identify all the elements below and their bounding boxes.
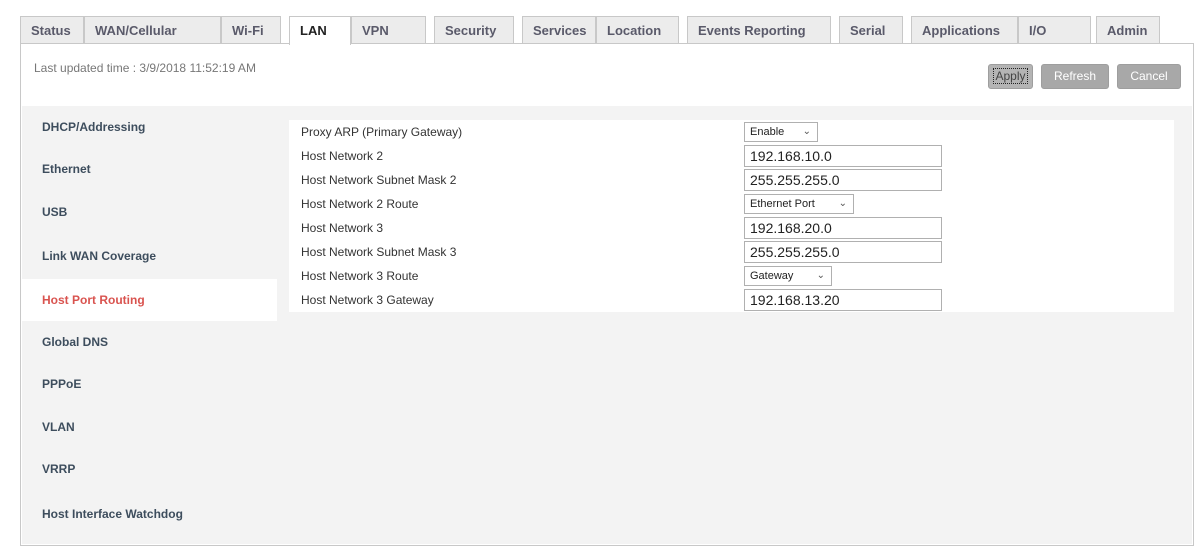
host-port-routing-form: Proxy ARP (Primary Gateway) Enable ⌄ Hos… [277,106,1192,544]
tab-admin[interactable]: Admin [1096,16,1160,43]
sidebar-item-host-port-routing[interactable]: Host Port Routing [22,279,277,321]
sidebar-item-global-dns[interactable]: Global DNS [22,321,277,363]
host-network-3-route-label: Host Network 3 Route [301,269,419,283]
host-network-2-route-select[interactable]: Ethernet Port ⌄ [744,194,854,214]
last-updated-time: Last updated time : 3/9/2018 11:52:19 AM [34,61,256,75]
host-network-2-label: Host Network 2 [301,149,384,163]
tab-status[interactable]: Status [20,16,84,43]
host-network-2-route-select-value: Ethernet Port [750,198,815,210]
cancel-button[interactable]: Cancel [1117,64,1181,89]
tab-vpn[interactable]: VPN [351,16,426,43]
tab-lan[interactable]: LAN [289,16,351,45]
tab-location[interactable]: Location [596,16,679,43]
tab-security[interactable]: Security [434,16,514,43]
sidebar-item-dhcp-addressing[interactable]: DHCP/Addressing [22,106,277,148]
sidebar-item-ethernet[interactable]: Ethernet [22,148,277,190]
refresh-button[interactable]: Refresh [1041,64,1109,89]
chevron-down-icon: ⌄ [838,198,847,209]
tab-serial[interactable]: Serial [839,16,903,43]
form-row-host-network-subnet-mask-3: Host Network Subnet Mask 3 255.255.255.0 [289,240,1174,264]
host-network-3-gateway-input[interactable]: 192.168.13.20 [744,289,942,311]
host-network-3-label: Host Network 3 [301,221,384,235]
sidebar-item-pppoe[interactable]: PPPoE [22,363,277,405]
tab-wi-fi[interactable]: Wi-Fi [221,16,281,43]
sidebar-item-vlan[interactable]: VLAN [22,406,277,448]
form-row-host-network-2: Host Network 2 192.168.10.0 [289,144,1174,168]
sidebar: DHCP/Addressing Ethernet USB Link WAN Co… [22,106,277,544]
proxy-arp-label: Proxy ARP (Primary Gateway) [301,125,463,139]
tab-io[interactable]: I/O [1018,16,1091,43]
apply-button-label: Apply [993,68,1028,84]
chevron-down-icon: ⌄ [802,126,811,137]
sidebar-item-vrrp[interactable]: VRRP [22,448,277,490]
form-row-host-network-2-route: Host Network 2 Route Ethernet Port ⌄ [289,192,1174,216]
host-network-subnet-mask-3-label: Host Network Subnet Mask 3 [301,245,457,259]
sidebar-item-link-wan-coverage[interactable]: Link WAN Coverage [22,235,277,277]
tab-applications[interactable]: Applications [911,16,1018,43]
host-network-subnet-mask-2-input[interactable]: 255.255.255.0 [744,169,942,191]
form-row-host-network-subnet-mask-2: Host Network Subnet Mask 2 255.255.255.0 [289,168,1174,192]
sidebar-item-usb[interactable]: USB [22,191,277,233]
form-row-host-network-3-gateway: Host Network 3 Gateway 192.168.13.20 [289,288,1174,312]
lan-panel: Last updated time : 3/9/2018 11:52:19 AM… [20,43,1194,546]
chevron-down-icon: ⌄ [816,270,825,281]
tab-services[interactable]: Services [522,16,596,43]
host-network-subnet-mask-3-input[interactable]: 255.255.255.0 [744,241,942,263]
host-network-2-route-label: Host Network 2 Route [301,197,419,211]
proxy-arp-select[interactable]: Enable ⌄ [744,122,818,142]
proxy-arp-select-value: Enable [750,126,785,138]
form-row-host-network-3-route: Host Network 3 Route Gateway ⌄ [289,264,1174,288]
host-network-subnet-mask-2-label: Host Network Subnet Mask 2 [301,173,457,187]
host-network-3-route-select-value: Gateway [750,270,794,282]
tab-wan-cellular[interactable]: WAN/Cellular [84,16,221,43]
form-row-host-network-3: Host Network 3 192.168.20.0 [289,216,1174,240]
form-row-proxy-arp: Proxy ARP (Primary Gateway) Enable ⌄ [289,120,1174,144]
tab-events-reporting[interactable]: Events Reporting [687,16,831,43]
content-area: DHCP/Addressing Ethernet USB Link WAN Co… [22,106,1192,544]
host-network-3-input[interactable]: 192.168.20.0 [744,217,942,239]
host-network-3-route-select[interactable]: Gateway ⌄ [744,266,832,286]
host-network-3-gateway-label: Host Network 3 Gateway [301,293,434,307]
host-network-2-input[interactable]: 192.168.10.0 [744,145,942,167]
sidebar-item-host-interface-watchdog[interactable]: Host Interface Watchdog [22,493,277,535]
apply-button[interactable]: Apply [988,64,1033,89]
